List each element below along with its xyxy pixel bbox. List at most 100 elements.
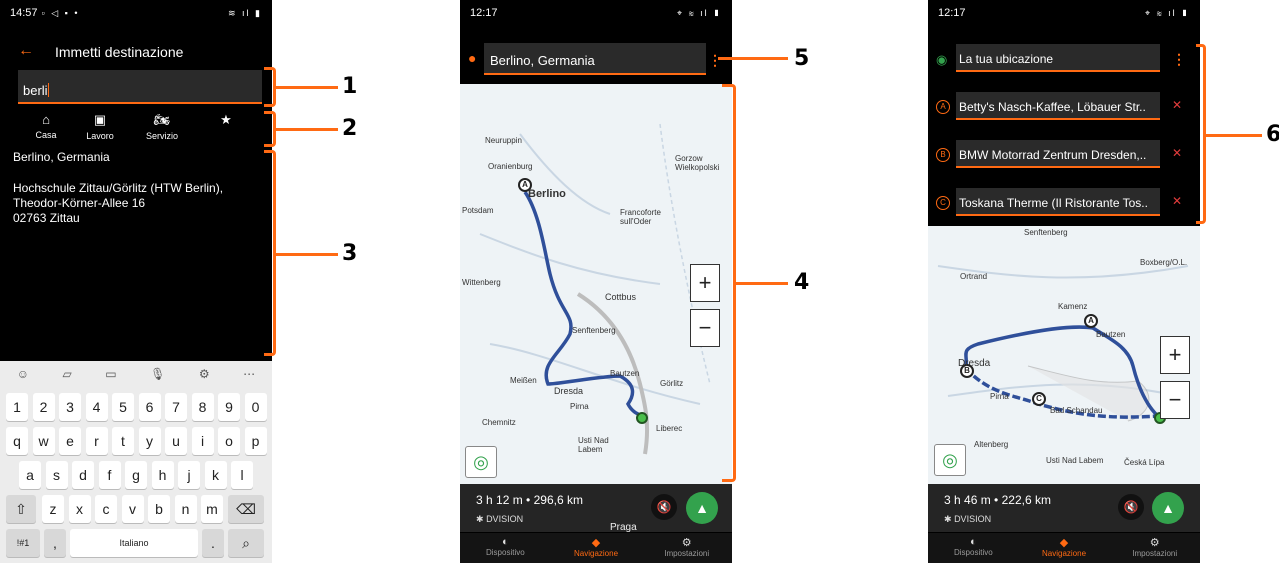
key-6[interactable]: 6 <box>138 393 161 421</box>
favorite-star-button[interactable]: ★ <box>196 112 256 131</box>
destination-marker-icon <box>636 412 648 424</box>
route-map[interactable]: A Neuruppin Oranienburg Gorzow Wielkopol… <box>460 84 732 484</box>
zoom-out-button[interactable]: − <box>1160 381 1190 419</box>
key-4[interactable]: 4 <box>85 393 108 421</box>
route-summary-bar: 3 h 46 m • 222,6 km ✱ DVISION 🔇 ▲ <box>928 484 1200 532</box>
waypoint-field-a[interactable]: Betty's Nasch-Kaffee, Löbauer Str.. <box>956 92 1160 120</box>
backspace-icon[interactable]: ⌫ <box>228 495 264 523</box>
key-m[interactable]: m <box>201 495 223 523</box>
key-b[interactable]: b <box>148 495 170 523</box>
key-symbols[interactable]: !#1 <box>6 529 40 557</box>
nav-navigation-tab[interactable]: ◆ Navigazione <box>1019 533 1110 563</box>
key-g[interactable]: g <box>125 461 147 489</box>
key-c[interactable]: c <box>95 495 117 523</box>
key-d[interactable]: d <box>72 461 94 489</box>
key-u[interactable]: u <box>165 427 187 455</box>
more-options-icon[interactable]: ⋮ <box>1172 51 1186 68</box>
key-7[interactable]: 7 <box>165 393 187 421</box>
key-q[interactable]: q <box>6 427 28 455</box>
shift-icon[interactable]: ⇧ <box>6 495 36 523</box>
more-icon[interactable]: ⋯ <box>243 367 255 381</box>
callout-bracket-6 <box>1196 44 1206 224</box>
search-value: berli <box>23 83 48 98</box>
waypoint-pin-C-icon: C <box>1032 392 1046 406</box>
waypoint-field-origin[interactable]: La tua ubicazione <box>956 44 1160 72</box>
key-t[interactable]: t <box>112 427 134 455</box>
search-icon[interactable]: ⌕ <box>228 529 264 557</box>
keyboard-toolbar: ☺ ▱ ▭ 🎙 ⚙ ⋯ <box>0 361 272 386</box>
key-8[interactable]: 8 <box>191 393 214 421</box>
start-navigation-button[interactable]: ▲ <box>1152 492 1184 524</box>
key-w[interactable]: w <box>32 427 55 455</box>
back-arrow-icon[interactable]: ← <box>18 42 34 60</box>
key-p[interactable]: p <box>244 427 267 455</box>
key-o[interactable]: o <box>218 427 240 455</box>
favorite-work-button[interactable]: ▣ Lavoro <box>70 112 130 141</box>
map-label: Česká Lípa <box>1124 458 1165 467</box>
nav-navigation-tab[interactable]: ◆ Navigazione <box>551 533 642 563</box>
remove-waypoint-b-icon[interactable]: ✕ <box>1172 146 1182 160</box>
key-9[interactable]: 9 <box>218 393 240 421</box>
key-j[interactable]: j <box>178 461 200 489</box>
key-comma[interactable]: , <box>44 529 66 557</box>
mute-voice-button[interactable]: 🔇 <box>651 494 677 520</box>
nav-device-tab[interactable]: ◐ Dispositivo <box>460 533 551 563</box>
zoom-in-button[interactable]: + <box>1160 336 1190 374</box>
more-options-icon[interactable]: ⋮ <box>708 52 722 69</box>
gif-icon[interactable]: ▭ <box>105 367 116 381</box>
key-1[interactable]: 1 <box>6 393 28 421</box>
key-space-language[interactable]: Italiano <box>70 529 198 557</box>
emoji-icon[interactable]: ☺ <box>17 367 29 381</box>
route-map[interactable]: A B C Senftenberg Ortrand Boxberg/O.L. K… <box>928 226 1200 484</box>
result-item[interactable]: Hochschule Zittau/Görlitz (HTW Berlin), … <box>13 181 223 226</box>
destination-field[interactable]: Berlino, Germania <box>484 43 706 75</box>
settings-gear-icon[interactable]: ⚙ <box>199 367 210 381</box>
destination-search-input[interactable]: berli <box>18 70 262 104</box>
key-2[interactable]: 2 <box>32 393 55 421</box>
key-0[interactable]: 0 <box>244 393 267 421</box>
start-navigation-button[interactable]: ▲ <box>686 492 718 524</box>
key-z[interactable]: z <box>42 495 64 523</box>
waypoint-label: Toskana Therme (Il Ristorante Tos.. <box>959 196 1148 210</box>
current-location-icon: ◉ <box>936 52 948 67</box>
key-3[interactable]: 3 <box>59 393 81 421</box>
key-h[interactable]: h <box>151 461 174 489</box>
key-x[interactable]: x <box>68 495 91 523</box>
nav-device-label: Dispositivo <box>953 548 993 557</box>
nav-settings-tab[interactable]: ⚙ Impostazioni <box>1109 533 1200 563</box>
recenter-location-button[interactable]: ◎ <box>934 444 966 476</box>
mute-voice-button[interactable]: 🔇 <box>1118 494 1144 520</box>
favorite-home-button[interactable]: ⌂ Casa <box>16 112 76 140</box>
nav-settings-tab[interactable]: ⚙ Impostazioni <box>641 533 732 563</box>
microphone-icon[interactable]: 🎙 <box>150 367 165 381</box>
remove-waypoint-c-icon[interactable]: ✕ <box>1172 194 1182 208</box>
recenter-location-button[interactable]: ◎ <box>465 446 497 478</box>
nav-device-tab[interactable]: ◐ Dispositivo <box>928 533 1019 563</box>
map-label: Pirna <box>570 402 589 411</box>
favorite-work-label: Lavoro <box>86 131 114 141</box>
key-a[interactable]: a <box>19 461 41 489</box>
key-v[interactable]: v <box>121 495 144 523</box>
key-s[interactable]: s <box>45 461 68 489</box>
connected-device: ✱ DVISION <box>476 514 523 525</box>
key-i[interactable]: i <box>191 427 214 455</box>
key-r[interactable]: r <box>85 427 108 455</box>
key-5[interactable]: 5 <box>112 393 134 421</box>
zoom-in-button[interactable]: + <box>690 264 720 302</box>
key-f[interactable]: f <box>98 461 121 489</box>
waypoint-marker-B-icon: B <box>936 148 950 162</box>
remove-waypoint-a-icon[interactable]: ✕ <box>1172 98 1182 112</box>
map-label: Usti Nad Labem <box>578 436 609 454</box>
key-period[interactable]: . <box>202 529 224 557</box>
key-k[interactable]: k <box>204 461 227 489</box>
key-e[interactable]: e <box>59 427 81 455</box>
key-n[interactable]: n <box>174 495 197 523</box>
key-l[interactable]: l <box>231 461 253 489</box>
waypoint-field-b[interactable]: BMW Motorrad Zentrum Dresden,.. <box>956 140 1160 168</box>
sticker-icon[interactable]: ▱ <box>63 367 72 381</box>
key-y[interactable]: y <box>138 427 161 455</box>
zoom-out-button[interactable]: − <box>690 309 720 347</box>
waypoint-field-c[interactable]: Toskana Therme (Il Ristorante Tos.. <box>956 188 1160 216</box>
favorite-service-button[interactable]: 🏍 Servizio <box>132 112 192 141</box>
result-item[interactable]: Berlino, Germania <box>13 150 110 165</box>
